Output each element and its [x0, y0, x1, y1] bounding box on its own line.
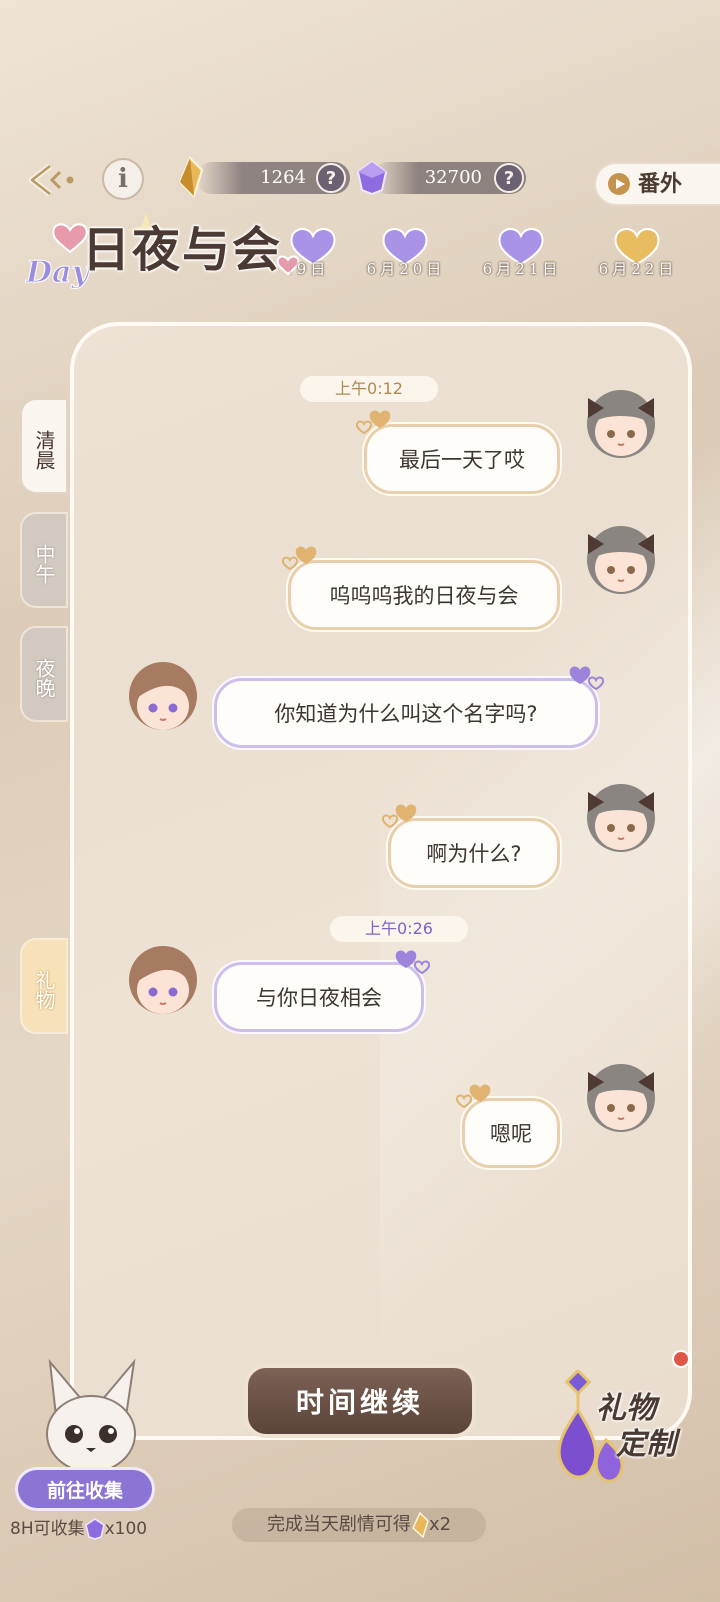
gold-crystal-icon: [178, 156, 204, 198]
gold-currency: 1264 ?: [178, 156, 350, 198]
back-arrow-icon: [29, 163, 74, 197]
timestamp: 上午0:12: [300, 376, 438, 402]
date-tab[interactable]: 6月20日: [346, 226, 466, 286]
tab-morning-label: 清晨: [32, 430, 56, 470]
notification-dot: [672, 1350, 690, 1368]
heart-decoration-icon: [455, 1084, 491, 1109]
gem-help-button[interactable]: ?: [494, 163, 524, 193]
avatar-boy-icon: [129, 662, 197, 730]
message-text: 最后一天了哎: [399, 448, 525, 472]
message-text: 你知道为什么叫这个名字吗?: [274, 702, 538, 726]
event-title-accent: Day: [26, 255, 90, 290]
event-title-logo: Day 日夜与会: [26, 208, 306, 298]
tab-night[interactable]: 夜晚: [22, 628, 66, 720]
gold-crystal-icon: [412, 1511, 429, 1539]
extra-story-label: 番外: [638, 171, 683, 197]
heart-decoration-icon: [381, 804, 417, 829]
heart-decoration-icon: [395, 950, 431, 975]
date-label: 6月19日: [290, 260, 330, 278]
avatar-girl-icon: [587, 784, 655, 852]
tab-noon[interactable]: 中午: [22, 514, 66, 606]
message-bubble-him: 与你日夜相会: [214, 962, 424, 1032]
avatar-girl-icon: [587, 526, 655, 594]
info-button[interactable]: i: [104, 160, 142, 198]
date-selector: 6月19日 6月20日 6月21日 6月22日: [290, 226, 720, 286]
gift-custom-line1: 礼物: [596, 1391, 656, 1426]
tab-gift[interactable]: 礼物: [22, 940, 66, 1032]
message-bubble-him: 你知道为什么叫这个名字吗?: [214, 678, 598, 748]
date-label: 6月22日: [598, 260, 678, 278]
continue-time-button[interactable]: 时间继续: [244, 1364, 476, 1438]
message-bubble-me: 最后一天了哎: [364, 424, 560, 494]
tab-gift-label: 礼物: [32, 970, 56, 1010]
date-label: 6月21日: [482, 260, 562, 278]
info-icon: i: [118, 164, 128, 194]
timestamp: 上午0:26: [330, 916, 468, 942]
collect-reward-suffix: x100: [104, 1519, 148, 1539]
message-text: 与你日夜相会: [256, 986, 382, 1010]
heart-decoration-icon: [281, 546, 317, 571]
avatar-girl-icon: [587, 1064, 655, 1132]
message-text: 嗯呢: [490, 1122, 532, 1146]
completion-note-prefix: 完成当天剧情可得: [266, 1514, 411, 1535]
completion-note-suffix: x2: [428, 1514, 452, 1535]
purple-gem-icon: [356, 160, 388, 196]
gift-custom-line2: 定制: [616, 1427, 676, 1462]
collect-reward-info: 8H可收集 x100: [10, 1514, 147, 1544]
avatar-boy-icon: [129, 946, 197, 1014]
back-button[interactable]: [26, 160, 80, 200]
message-text: 呜呜呜我的日夜与会: [329, 584, 519, 608]
completion-reward-note: 完成当天剧情可得 x2: [232, 1508, 486, 1542]
date-tab-selected[interactable]: 6月22日: [578, 226, 698, 286]
avatar-girl-icon: [587, 390, 655, 458]
event-title: 日夜与会: [82, 222, 283, 278]
message-bubble-me: 呜呜呜我的日夜与会: [288, 560, 560, 630]
tab-night-label: 夜晚: [32, 658, 56, 698]
gift-custom-button[interactable]: 礼物 定制: [540, 1350, 710, 1490]
gold-help-button[interactable]: ?: [316, 163, 346, 193]
go-collect-button[interactable]: 前往收集: [18, 1470, 152, 1508]
fox-mascot-icon[interactable]: [36, 1356, 146, 1476]
tab-noon-label: 中午: [32, 544, 56, 584]
continue-time-label: 时间继续: [295, 1386, 424, 1419]
extra-story-button[interactable]: 番外: [596, 164, 720, 204]
purple-gem-icon: [84, 1518, 105, 1540]
date-label: 6月20日: [366, 260, 446, 278]
gem-currency: 32700 ?: [356, 160, 526, 196]
tab-morning[interactable]: 清晨: [22, 400, 66, 492]
heart-decoration-icon: [569, 666, 605, 691]
collect-reward-prefix: 8H可收集: [10, 1519, 85, 1539]
message-text: 啊为什么?: [426, 842, 522, 866]
go-collect-label: 前往收集: [46, 1479, 123, 1502]
date-tab[interactable]: 6月21日: [462, 226, 582, 286]
play-triangle: [616, 179, 625, 189]
heart-decoration-icon: [355, 410, 391, 435]
date-tab[interactable]: 6月19日: [290, 226, 350, 286]
